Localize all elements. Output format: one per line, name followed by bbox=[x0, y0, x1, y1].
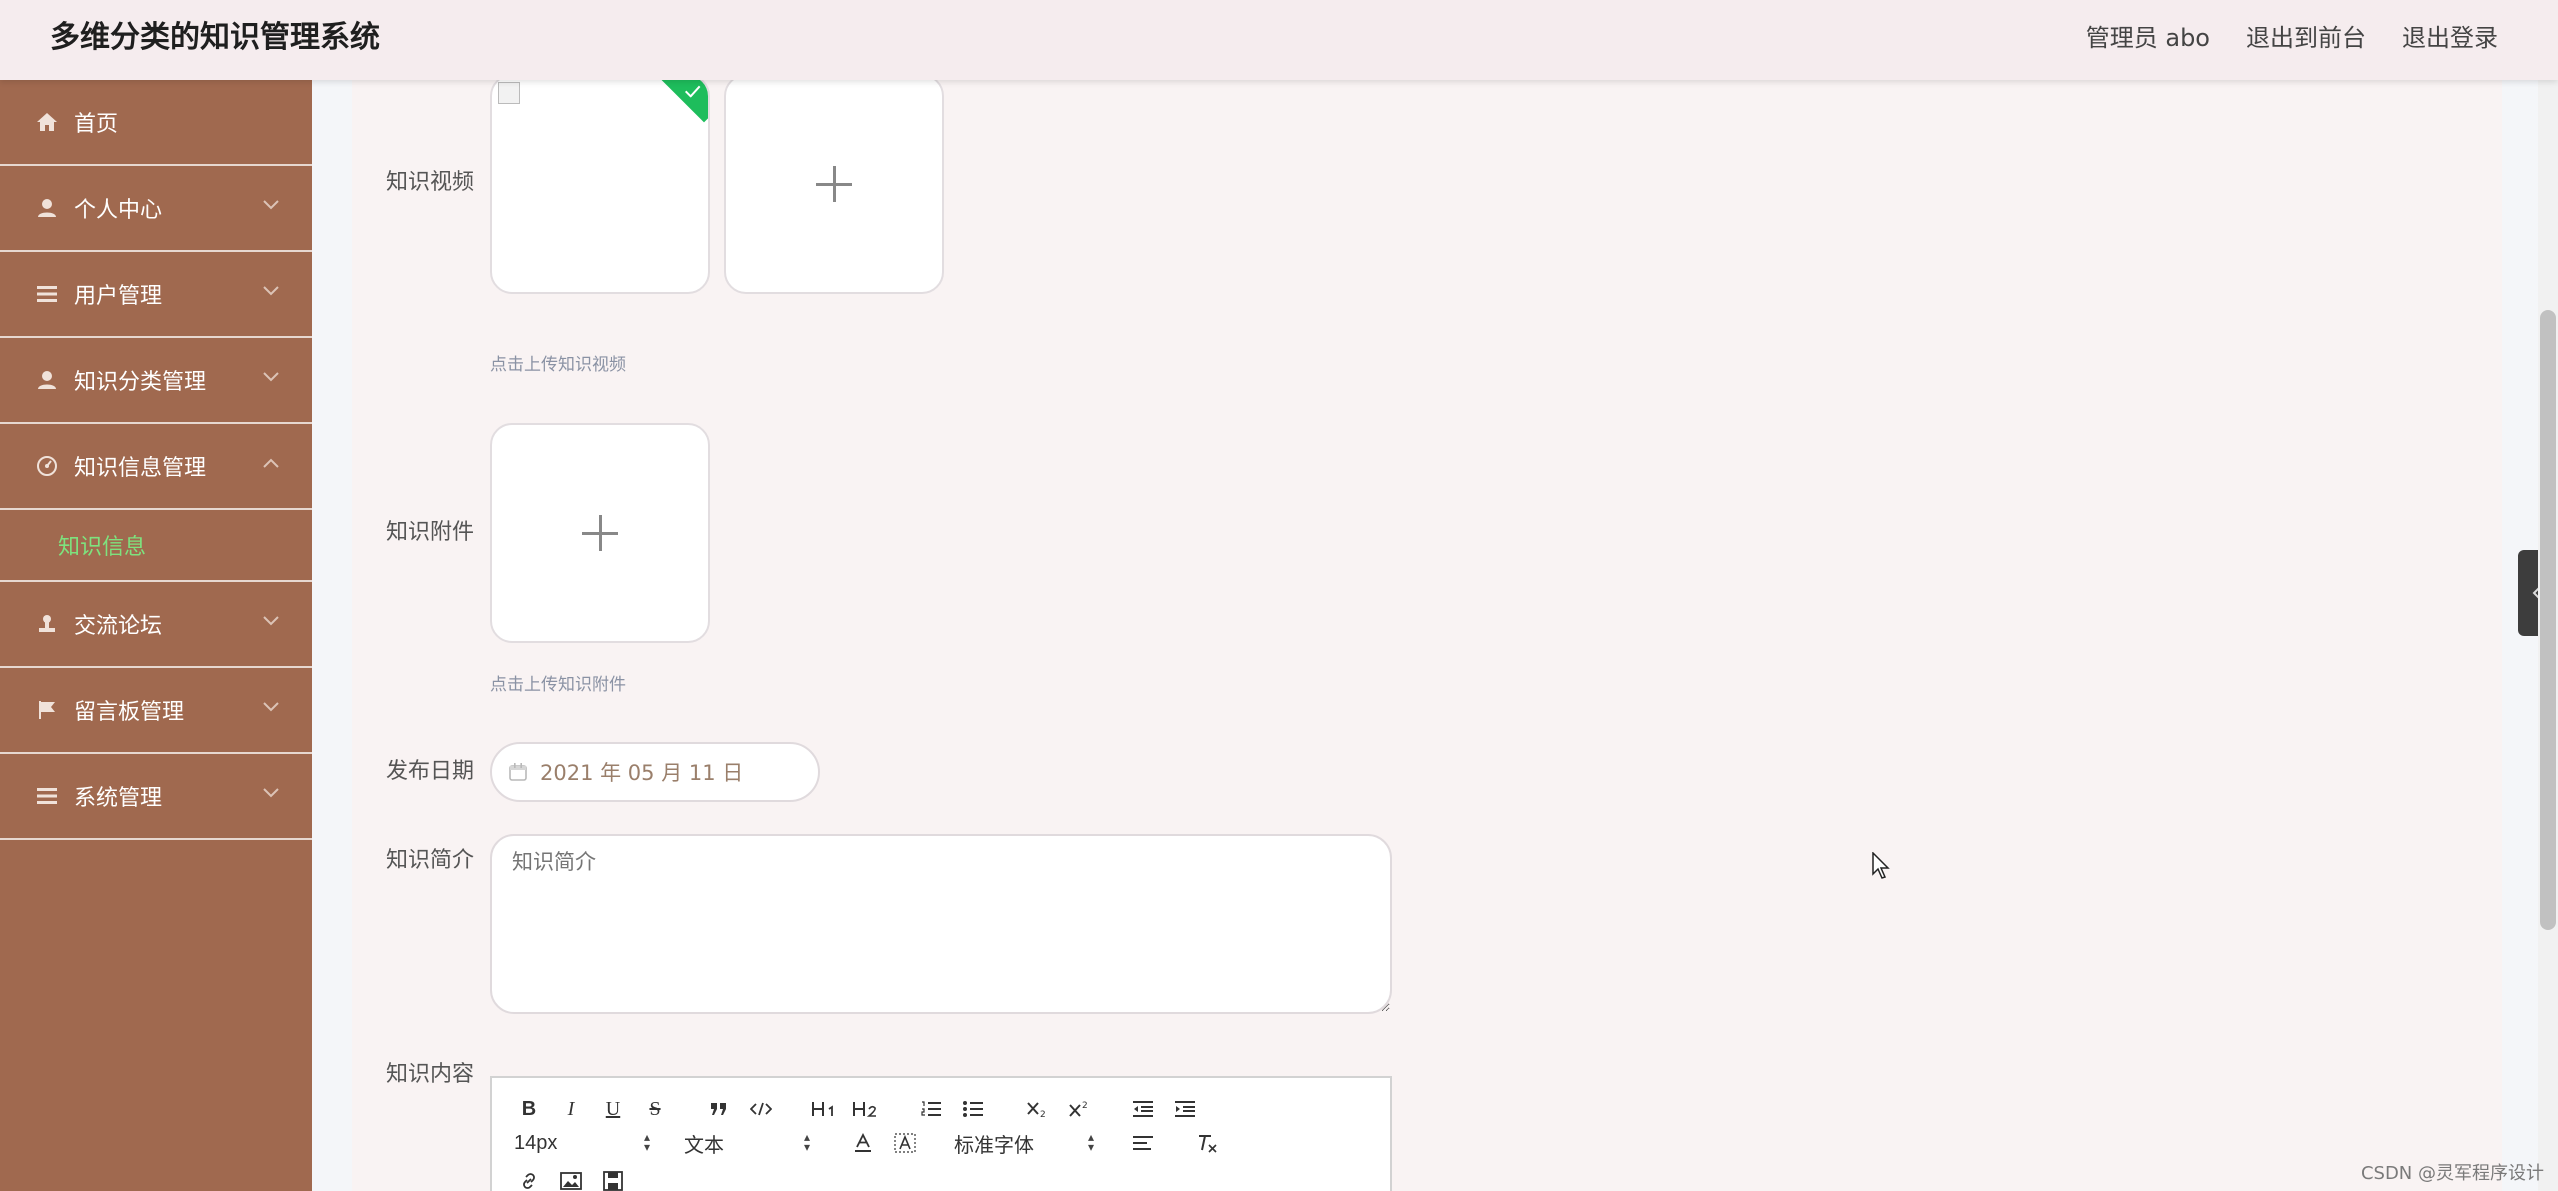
editor-toolbar-row-3 bbox=[514, 1166, 640, 1191]
outdent-icon[interactable] bbox=[1128, 1094, 1158, 1124]
font-size-select[interactable]: 14px ▴ ▾ bbox=[514, 1128, 650, 1158]
sidebar-item-label: 首页 bbox=[74, 112, 119, 137]
font-size-value: 14px bbox=[514, 1131, 558, 1154]
select-arrows-icon: ▴ ▾ bbox=[1087, 1130, 1094, 1154]
intro-textarea[interactable] bbox=[490, 834, 1392, 1014]
chevron-down-icon bbox=[260, 782, 282, 804]
logout-link[interactable]: 退出登录 bbox=[2402, 18, 2498, 58]
calendar-icon bbox=[508, 762, 528, 782]
align-left-icon[interactable] bbox=[1128, 1128, 1158, 1158]
admin-user-link[interactable]: 管理员 abo bbox=[2086, 18, 2210, 58]
content-label: 知识内容 bbox=[385, 1062, 474, 1087]
indent-icon[interactable] bbox=[1170, 1094, 1200, 1124]
rich-text-editor: B I U S 2 2 14px ▴ ▾ 文本 ▴ ▾ 标准字体 ▴ ▾ bbox=[490, 1076, 1392, 1191]
watermark: CSDN @灵军程序设计 bbox=[2360, 1163, 2544, 1184]
sidebar-item-label: 留言板管理 bbox=[74, 700, 185, 725]
chevron-down-icon bbox=[260, 194, 282, 216]
heading-2-icon[interactable] bbox=[852, 1094, 882, 1124]
link-icon[interactable] bbox=[514, 1166, 544, 1191]
underline-button[interactable]: U bbox=[598, 1094, 628, 1124]
publish-date-picker[interactable]: 2021 年 05 月 11 日 bbox=[490, 742, 820, 802]
intro-label: 知识简介 bbox=[385, 848, 474, 873]
svg-text:2: 2 bbox=[1082, 1101, 1088, 1111]
scrollbar-thumb[interactable] bbox=[2540, 310, 2556, 930]
flag-icon bbox=[34, 697, 60, 723]
editor-toolbar-row-2: 14px ▴ ▾ 文本 ▴ ▾ 标准字体 ▴ ▾ bbox=[514, 1128, 1234, 1158]
sidebar-item-home[interactable]: 首页 bbox=[0, 80, 312, 166]
sidebar-item-system-management[interactable]: 系统管理 bbox=[0, 754, 312, 840]
top-header: 多维分类的知识管理系统 管理员 abo 退出到前台 退出登录 bbox=[0, 0, 2558, 80]
home-icon bbox=[34, 109, 60, 135]
chevron-down-icon bbox=[260, 696, 282, 718]
page-scrollbar[interactable] bbox=[2538, 80, 2558, 1191]
attachment-label: 知识附件 bbox=[385, 520, 474, 545]
blockquote-icon[interactable] bbox=[704, 1094, 734, 1124]
video-upload-button[interactable] bbox=[724, 74, 944, 294]
sidebar-item-category-management[interactable]: 知识分类管理 bbox=[0, 338, 312, 424]
sidebar-item-label: 个人中心 bbox=[74, 198, 163, 223]
list-icon bbox=[34, 783, 60, 809]
font-color-icon[interactable] bbox=[848, 1128, 878, 1158]
sidebar-item-user-management[interactable]: 用户管理 bbox=[0, 252, 312, 338]
uploaded-video-thumbnail[interactable] bbox=[490, 74, 710, 294]
heading-1-icon[interactable] bbox=[810, 1094, 840, 1124]
stamp-icon bbox=[34, 611, 60, 637]
header-links: 管理员 abo 退出到前台 退出登录 bbox=[2086, 18, 2498, 58]
sidebar-item-label: 用户管理 bbox=[74, 284, 163, 309]
svg-text:2: 2 bbox=[1040, 1110, 1046, 1118]
attachment-upload-tip: 点击上传知识附件 bbox=[490, 675, 626, 695]
sidebar-item-label: 交流论坛 bbox=[74, 614, 163, 639]
sidebar-subitem-knowledge-info[interactable]: 知识信息 bbox=[0, 510, 312, 582]
sidebar-item-personal-center[interactable]: 个人中心 bbox=[0, 166, 312, 252]
bold-button[interactable]: B bbox=[514, 1094, 544, 1124]
back-to-frontend-link[interactable]: 退出到前台 bbox=[2246, 18, 2366, 58]
chevron-down-icon bbox=[260, 366, 282, 388]
italic-button[interactable]: I bbox=[556, 1094, 586, 1124]
video-label: 知识视频 bbox=[385, 170, 474, 195]
sidebar-item-label: 知识分类管理 bbox=[74, 370, 207, 395]
dashboard-icon bbox=[34, 453, 60, 479]
font-family-select[interactable]: 标准字体 ▴ ▾ bbox=[954, 1128, 1094, 1158]
broken-image-icon bbox=[498, 82, 520, 104]
subscript-icon[interactable]: 2 bbox=[1022, 1094, 1052, 1124]
clear-format-icon[interactable] bbox=[1192, 1128, 1222, 1158]
block-format-select[interactable]: 文本 ▴ ▾ bbox=[684, 1128, 810, 1158]
chevron-down-icon bbox=[260, 610, 282, 632]
mouse-cursor-icon bbox=[1872, 851, 1892, 884]
select-arrows-icon: ▴ ▾ bbox=[643, 1130, 650, 1154]
app-title: 多维分类的知识管理系统 bbox=[50, 20, 380, 55]
attachment-upload-button[interactable] bbox=[490, 423, 710, 643]
video-upload-tip: 点击上传知识视频 bbox=[490, 355, 626, 375]
video-embed-icon[interactable] bbox=[598, 1166, 628, 1191]
sidebar: 首页 个人中心 用户管理 知识分类管理 知识信息管理 知识信息 交流论坛 留言板… bbox=[0, 80, 312, 1191]
chevron-down-icon bbox=[260, 280, 282, 302]
block-format-value: 文本 bbox=[684, 1134, 724, 1157]
sidebar-item-label: 知识信息管理 bbox=[74, 456, 207, 481]
code-block-icon[interactable] bbox=[746, 1094, 776, 1124]
editor-toolbar-row-1: B I U S 2 2 bbox=[514, 1094, 1212, 1124]
image-icon[interactable] bbox=[556, 1166, 586, 1191]
list-icon bbox=[34, 281, 60, 307]
sidebar-item-forum[interactable]: 交流论坛 bbox=[0, 582, 312, 668]
font-family-value: 标准字体 bbox=[954, 1134, 1034, 1157]
sidebar-item-knowledge-info-management[interactable]: 知识信息管理 bbox=[0, 424, 312, 510]
upload-success-badge bbox=[661, 76, 708, 123]
user-icon bbox=[34, 367, 60, 393]
publish-date-label: 发布日期 bbox=[385, 759, 474, 784]
sidebar-item-label: 系统管理 bbox=[74, 786, 163, 811]
select-arrows-icon: ▴ ▾ bbox=[803, 1130, 810, 1154]
check-icon bbox=[684, 85, 701, 98]
sidebar-item-message-board[interactable]: 留言板管理 bbox=[0, 668, 312, 754]
background-color-icon[interactable] bbox=[890, 1128, 920, 1158]
strikethrough-button[interactable]: S bbox=[640, 1094, 670, 1124]
bullet-list-icon[interactable] bbox=[958, 1094, 988, 1124]
chevron-up-icon bbox=[260, 452, 282, 474]
ordered-list-icon[interactable] bbox=[916, 1094, 946, 1124]
superscript-icon[interactable]: 2 bbox=[1064, 1094, 1094, 1124]
publish-date-value: 2021 年 05 月 11 日 bbox=[540, 761, 744, 785]
user-icon bbox=[34, 195, 60, 221]
